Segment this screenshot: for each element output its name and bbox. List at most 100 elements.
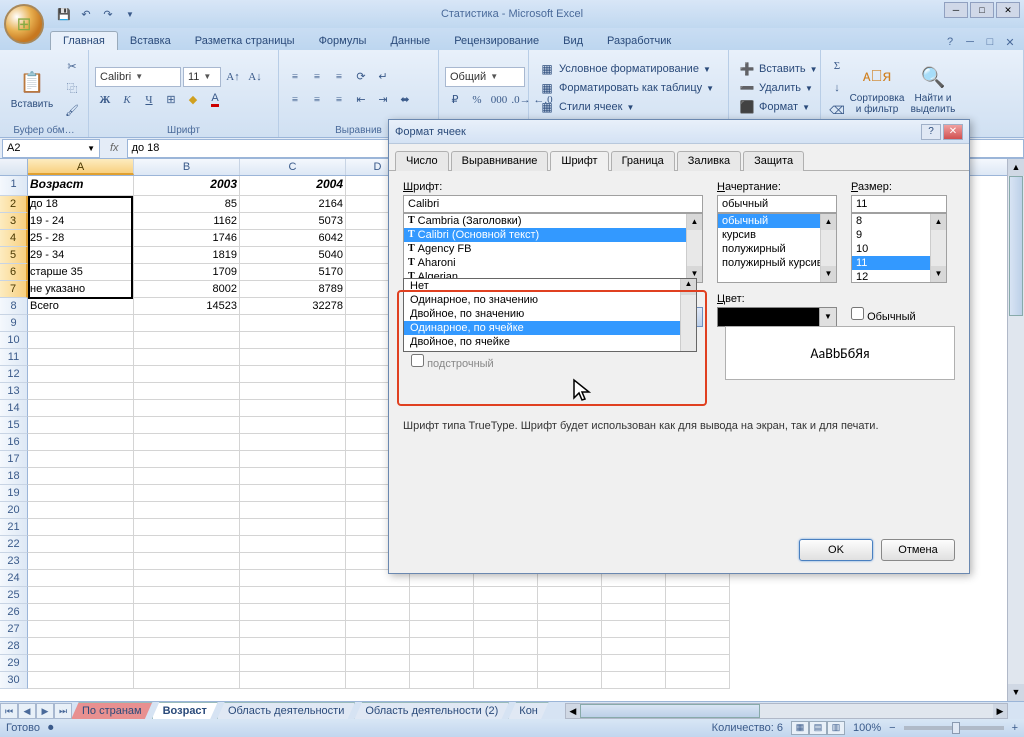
cell[interactable] — [134, 672, 240, 689]
align-top-icon[interactable]: ≡ — [285, 67, 305, 87]
dialog-tab-protection[interactable]: Защита — [743, 151, 804, 171]
cell[interactable]: 6042 — [240, 230, 346, 247]
cell[interactable] — [410, 638, 474, 655]
cell[interactable]: 5073 — [240, 213, 346, 230]
cell[interactable] — [666, 587, 730, 604]
cell[interactable] — [346, 621, 410, 638]
hscroll-thumb[interactable] — [580, 704, 760, 718]
insert-cells-button[interactable]: ➕Вставить ▼ — [735, 60, 822, 78]
wrap-text-icon[interactable]: ↵ — [373, 67, 393, 87]
autosum-icon[interactable]: Σ — [827, 56, 847, 76]
cell[interactable]: 32278 — [240, 298, 346, 315]
scroll-up-icon[interactable]: ▲ — [1008, 159, 1024, 176]
comma-icon[interactable]: 000 — [489, 90, 509, 110]
font-color-icon[interactable]: A — [205, 90, 225, 110]
sheet-tab-age[interactable]: Возраст — [152, 702, 218, 720]
cell[interactable] — [240, 638, 346, 655]
dialog-tab-border[interactable]: Граница — [611, 151, 675, 171]
cell[interactable] — [134, 553, 240, 570]
cell[interactable]: 2164 — [240, 196, 346, 213]
cancel-button[interactable]: Отмена — [881, 539, 955, 561]
cell[interactable] — [134, 434, 240, 451]
cell[interactable] — [134, 519, 240, 536]
cell[interactable] — [240, 383, 346, 400]
sort-filter-button[interactable]: ᴀᷦя Сортировка и фильтр — [851, 59, 903, 117]
cell[interactable] — [28, 434, 134, 451]
dialog-help-icon[interactable]: ? — [921, 124, 941, 140]
italic-button[interactable]: К — [117, 90, 137, 110]
cell[interactable] — [346, 604, 410, 621]
name-box[interactable]: A2▼ — [2, 139, 100, 158]
row-header[interactable]: 20 — [0, 502, 28, 519]
cell[interactable]: 1819 — [134, 247, 240, 264]
underline-option[interactable]: Двойное, по значению — [404, 307, 696, 321]
cell[interactable] — [28, 366, 134, 383]
sheet-tab-kon[interactable]: Кон — [508, 702, 549, 720]
cell[interactable] — [240, 366, 346, 383]
close-button[interactable]: ✕ — [996, 2, 1020, 18]
column-header[interactable]: C — [240, 159, 346, 175]
cell[interactable] — [538, 672, 602, 689]
fill-icon[interactable]: ↓ — [827, 78, 847, 98]
cell[interactable] — [134, 468, 240, 485]
cell[interactable] — [28, 400, 134, 417]
sheet-nav-first-icon[interactable]: ⏮ — [0, 703, 18, 719]
style-list-item[interactable]: полужирный — [718, 242, 836, 256]
align-left-icon[interactable]: ≡ — [285, 90, 305, 110]
align-center-icon[interactable]: ≡ — [307, 90, 327, 110]
cell[interactable] — [28, 638, 134, 655]
cell[interactable]: до 18 — [28, 196, 134, 213]
font-size-combo[interactable]: 11▼ — [183, 67, 221, 87]
format-as-table-button[interactable]: ▦Форматировать как таблицу ▼ — [535, 79, 718, 97]
cell[interactable] — [602, 672, 666, 689]
cell[interactable] — [474, 655, 538, 672]
cell[interactable] — [240, 536, 346, 553]
cell[interactable] — [134, 400, 240, 417]
cell[interactable] — [134, 366, 240, 383]
zoom-in-icon[interactable]: + — [1012, 722, 1018, 734]
style-list-item[interactable]: курсив — [718, 228, 836, 242]
dialog-title-bar[interactable]: Формат ячеек ? ✕ — [389, 120, 969, 144]
font-list-item[interactable]: T Cambria (Заголовки) — [404, 214, 702, 228]
hscroll-left-icon[interactable]: ◀ — [566, 704, 580, 718]
cell[interactable] — [28, 451, 134, 468]
ribbon-close-icon[interactable]: ✕ — [1002, 36, 1018, 50]
sheet-nav-next-icon[interactable]: ▶ — [36, 703, 54, 719]
row-header[interactable]: 16 — [0, 434, 28, 451]
font-list-item[interactable]: T Agency FB — [404, 242, 702, 256]
subscript-checkbox[interactable]: подстрочный — [411, 358, 494, 370]
cell[interactable] — [346, 655, 410, 672]
merge-icon[interactable]: ⬌ — [395, 90, 415, 110]
zoom-level[interactable]: 100% — [853, 722, 881, 734]
cell[interactable] — [28, 332, 134, 349]
row-header[interactable]: 13 — [0, 383, 28, 400]
row-header[interactable]: 25 — [0, 587, 28, 604]
underline-button[interactable]: Ч — [139, 90, 159, 110]
cell[interactable] — [134, 349, 240, 366]
ribbon-restore-icon[interactable]: □ — [982, 36, 998, 50]
paste-button[interactable]: 📋 Вставить — [6, 65, 58, 112]
cell[interactable] — [28, 553, 134, 570]
view-pagebreak-icon[interactable]: ▥ — [827, 721, 845, 735]
underline-option[interactable]: Одинарное, по значению — [404, 293, 696, 307]
tab-developer[interactable]: Разработчик — [595, 32, 683, 50]
cell[interactable] — [602, 638, 666, 655]
cell[interactable] — [28, 485, 134, 502]
decrease-indent-icon[interactable]: ⇤ — [351, 90, 371, 110]
cell[interactable] — [240, 485, 346, 502]
font-size-input[interactable] — [851, 195, 947, 213]
cell[interactable] — [28, 383, 134, 400]
underline-dropdown-list[interactable]: НетОдинарное, по значениюДвойное, по зна… — [403, 278, 697, 352]
minimize-button[interactable]: ─ — [944, 2, 968, 18]
cell[interactable] — [28, 519, 134, 536]
cell[interactable]: 8789 — [240, 281, 346, 298]
cell[interactable] — [240, 468, 346, 485]
ribbon-help-icon[interactable]: ? — [942, 36, 958, 50]
cell[interactable] — [666, 672, 730, 689]
hscroll-right-icon[interactable]: ▶ — [993, 704, 1007, 718]
currency-icon[interactable]: ₽ — [445, 90, 465, 110]
cell[interactable] — [240, 400, 346, 417]
cell[interactable] — [410, 587, 474, 604]
row-header[interactable]: 27 — [0, 621, 28, 638]
cell[interactable] — [28, 570, 134, 587]
